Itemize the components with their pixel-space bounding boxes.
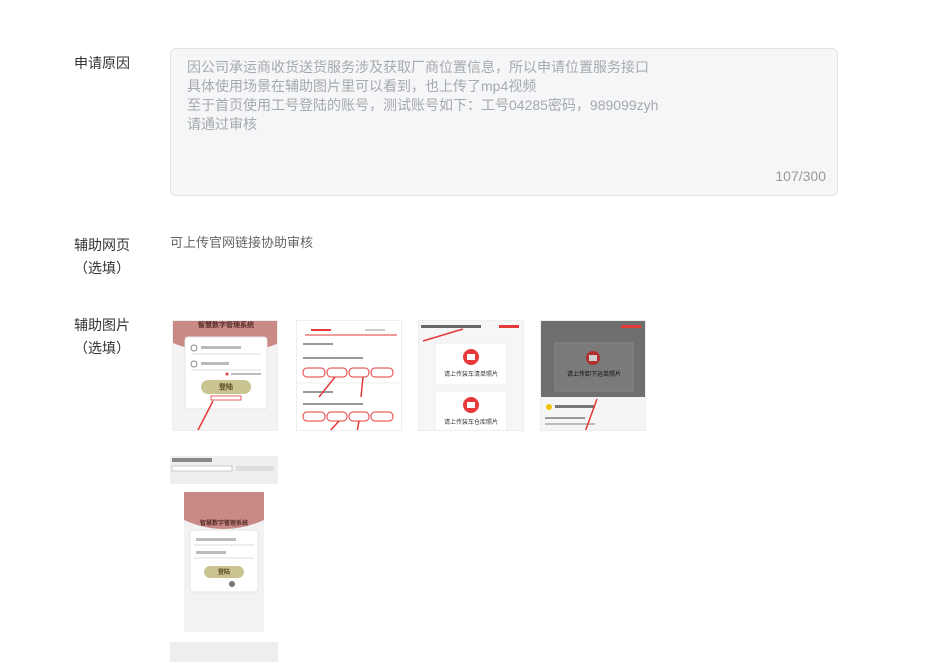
webpage-label-line1: 辅助网页: [74, 237, 130, 253]
thumbnail-dialog[interactable]: 请上传卸下运单照片: [540, 320, 646, 431]
char-counter: 107/300: [775, 168, 826, 184]
reason-text[interactable]: 因公司承运商收货送货服务涉及获取厂商位置信息，所以申请位置服务接口 具体使用场景…: [187, 58, 821, 134]
login-title: 智慧数字管理系统: [198, 322, 254, 329]
browser-login-button-label: 登陆: [217, 570, 230, 576]
login-button-label: 登陆: [219, 384, 233, 391]
webpage-label-line2: （选填）: [74, 260, 130, 276]
reason-label: 申请原因: [74, 55, 130, 71]
thumbnail-browser-login[interactable]: 智慧数字管理系统 登陆: [170, 456, 278, 662]
browser-login-screenshot-image: [170, 456, 278, 662]
thumbnail-upload[interactable]: 请上传装车清单照片 请上传装车仓库照片: [418, 320, 524, 431]
upload-line1: 请上传装车清单照片: [443, 372, 498, 378]
thumbnail-tabs[interactable]: [296, 320, 402, 431]
dialog-line1: 请上传卸下运单照片: [566, 372, 621, 378]
images-label-line1: 辅助图片: [74, 317, 130, 333]
images-label: 辅助图片 （选填）: [74, 314, 130, 360]
login-screenshot-image: [173, 321, 277, 430]
browser-login-title: 智慧数字管理系统: [199, 521, 248, 527]
webpage-hint: 可上传官网链接协助审核: [170, 235, 314, 250]
reason-textarea[interactable]: 因公司承运商收货送货服务涉及获取厂商位置信息，所以申请位置服务接口 具体使用场景…: [170, 48, 838, 196]
tabs-screenshot-image: [297, 321, 401, 430]
upload-line2: 请上传装车仓库照片: [443, 420, 498, 426]
images-label-line2: （选填）: [74, 340, 130, 356]
thumbnail-login[interactable]: 智慧数字管理系统 登陆: [172, 320, 278, 431]
webpage-label: 辅助网页 （选填）: [74, 234, 130, 280]
